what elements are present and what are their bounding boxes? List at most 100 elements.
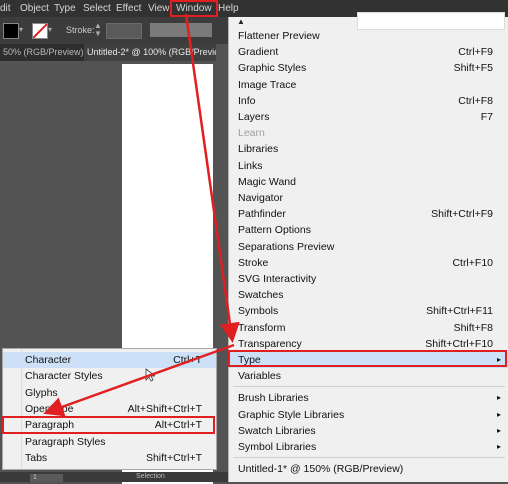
window-menu-item-gradient[interactable]: Gradient Ctrl+F9 xyxy=(229,44,508,60)
tab-label: Untitled-2* @ 100% (RGB/Preview) xyxy=(87,47,216,57)
submenu-arrow-icon: ▸ xyxy=(496,425,501,435)
window-menu-item-navigator[interactable]: Navigator xyxy=(229,190,508,206)
type-submenu: Character Ctrl+T Character Styles Glyphs Ope… xyxy=(2,348,217,470)
menu-item-label: Libraries xyxy=(238,143,279,156)
menu-item-shortcut: Ctrl+F10 xyxy=(452,256,493,269)
menu-edit[interactable]: dit xyxy=(0,2,11,15)
menu-item-shortcut: Shift+Ctrl+F9 xyxy=(431,208,493,221)
window-menu-item-graphic-styles[interactable]: Graphic Styles Shift+F5 xyxy=(229,60,508,76)
artboard-number-field[interactable]: 1 xyxy=(30,474,63,482)
chevron-down-icon[interactable]: ▾ xyxy=(19,25,23,34)
menu-item-label: Swatch Libraries xyxy=(238,424,316,437)
menu-view[interactable]: View xyxy=(148,2,170,15)
window-menu-item-symbols[interactable]: Symbols Shift+Ctrl+F11 xyxy=(229,303,508,319)
window-menu-item-libraries[interactable]: Libraries xyxy=(229,141,508,157)
submenu-arrow-icon: ▸ xyxy=(496,393,501,403)
type-submenu-item-character-styles[interactable]: Character Styles xyxy=(3,368,216,384)
stroke-weight-field[interactable] xyxy=(106,23,142,39)
window-menu-item-stroke[interactable]: Stroke Ctrl+F10 xyxy=(229,255,508,271)
menu-item-shortcut: F7 xyxy=(480,111,493,123)
variable-width-field[interactable] xyxy=(150,23,212,37)
submenu-arrow-icon: ▸ xyxy=(496,409,501,419)
stroke-spinner[interactable]: ▲ ▼ xyxy=(93,22,103,38)
menu-select[interactable]: Select xyxy=(83,2,111,15)
type-submenu-item-paragraph-styles[interactable]: Paragraph Styles xyxy=(3,434,216,450)
menu-type[interactable]: Type xyxy=(54,2,76,15)
menu-effect[interactable]: Effect xyxy=(116,2,141,15)
window-menu-item-variables[interactable]: Variables xyxy=(229,368,508,384)
window-menu-item-brush-libraries[interactable]: Brush Libraries ▸ xyxy=(229,390,508,406)
menu-item-label: Separations Preview xyxy=(238,240,335,253)
stroke-label: Stroke: xyxy=(66,25,95,35)
menu-item-label: Pattern Options xyxy=(238,224,311,237)
menu-item-label: Transparency xyxy=(238,337,302,350)
menu-item-label: SVG Interactivity xyxy=(238,273,317,285)
fill-swatch[interactable] xyxy=(3,23,19,39)
menu-item-label: Graphic Style Libraries xyxy=(238,408,345,421)
menu-object[interactable]: Object xyxy=(20,2,49,15)
status-text: Selection xyxy=(136,473,165,480)
menu-item-shortcut: Shift+F8 xyxy=(453,321,493,334)
menu-item-label: Info xyxy=(238,94,256,107)
menu-item-label: Gradient xyxy=(238,46,279,59)
menu-item-label: Pathfinder xyxy=(238,208,286,221)
menu-item-label: Symbols xyxy=(238,305,279,318)
menu-item-label: Links xyxy=(238,159,263,172)
window-menu-item-flattener-preview[interactable]: Flattener Preview xyxy=(229,28,508,44)
menu-item-label: Learn xyxy=(238,127,265,140)
stroke-swatch[interactable] xyxy=(32,23,48,39)
menu-item-label: Glyphs xyxy=(25,386,58,399)
window-menu-item-pattern-options[interactable]: Pattern Options xyxy=(229,222,508,238)
type-submenu-item-glyphs[interactable]: Glyphs xyxy=(3,385,216,401)
menu-separator xyxy=(233,457,505,459)
tab-document-1[interactable]: 50% (RGB/Preview) xyxy=(0,44,83,61)
menu-item-label: Character Styles xyxy=(25,370,103,383)
window-menu-item-symbol-libraries[interactable]: Symbol Libraries ▸ xyxy=(229,439,508,455)
menu-window[interactable]: Window xyxy=(170,0,218,17)
window-menu-item-magic-wand[interactable]: Magic Wand xyxy=(229,174,508,190)
menu-item-label: Flattener Preview xyxy=(238,30,320,42)
menu-item-shortcut: Shift+Ctrl+T xyxy=(145,451,202,464)
window-menu-item-swatch-libraries[interactable]: Swatch Libraries ▸ xyxy=(229,423,508,439)
menu-item-shortcut: Ctrl+F8 xyxy=(458,94,493,107)
window-menu-item-image-trace[interactable]: Image Trace xyxy=(229,77,508,93)
menu-item-label: Navigator xyxy=(238,192,283,204)
window-menu-item-links[interactable]: Links xyxy=(229,158,508,174)
menu-item-shortcut: Shift+Ctrl+F11 xyxy=(426,305,493,318)
window-menu-item-swatches[interactable]: Swatches xyxy=(229,287,508,303)
window-menu-item-pathfinder[interactable]: Pathfinder Shift+Ctrl+F9 xyxy=(229,206,508,222)
menu-separator xyxy=(233,386,505,388)
window-menu-item-learn: Learn xyxy=(229,125,508,141)
menu-item-label: Stroke xyxy=(238,256,269,269)
menu-item-shortcut: Shift+Ctrl+F10 xyxy=(425,337,493,350)
menu-item-label: Swatches xyxy=(238,289,284,302)
menu-item-label: Layers xyxy=(238,111,270,123)
scroll-up-icon[interactable]: ▲ xyxy=(237,17,245,26)
window-menu-item-graphic-style-libraries[interactable]: Graphic Style Libraries ▸ xyxy=(229,407,508,423)
menu-item-shortcut: Ctrl+F9 xyxy=(458,46,493,59)
type-submenu-item-tabs[interactable]: Tabs Shift+Ctrl+T xyxy=(3,450,216,466)
menu-item-label: Brush Libraries xyxy=(238,392,309,405)
menu-item-label: Magic Wand xyxy=(238,175,296,188)
tab-untitled-2[interactable]: Untitled-2* @ 100% (RGB/Preview) xyxy=(84,44,216,61)
window-menu: ▲ Flattener Preview Gradient Ctrl+F9 Graphi… xyxy=(228,12,508,482)
menu-item-shortcut: Ctrl+T xyxy=(173,354,202,366)
document-tabs: 50% (RGB/Preview) Untitled-2* @ 100% (RG… xyxy=(0,44,216,61)
window-menu-item-separations-preview[interactable]: Separations Preview xyxy=(229,239,508,255)
menu-item-shortcut: Shift+F5 xyxy=(453,62,493,75)
chevron-down-icon[interactable]: ▾ xyxy=(48,25,52,34)
window-menu-item-transform[interactable]: Transform Shift+F8 xyxy=(229,320,508,336)
window-menu-item-info[interactable]: Info Ctrl+F8 xyxy=(229,93,508,109)
menu-help[interactable]: Help xyxy=(218,2,239,15)
type-submenu-item-character[interactable]: Character Ctrl+T xyxy=(3,352,216,368)
window-menu-item-svg-interactivity[interactable]: SVG Interactivity xyxy=(229,271,508,287)
menu-item-label: Variables xyxy=(238,370,281,383)
status-bar: 1 Selection xyxy=(0,472,228,482)
menu-item-label: Transform xyxy=(238,321,286,334)
menu-item-label: Graphic Styles xyxy=(238,62,307,75)
type-submenu-item-opentype[interactable]: OpenType Alt+Shift+Ctrl+T xyxy=(3,401,216,417)
window-menu-item-layers[interactable]: Layers F7 xyxy=(229,109,508,125)
window-menu-item-untitled-1-150-rgb-preview[interactable]: Untitled-1* @ 150% (RGB/Preview) xyxy=(229,461,508,477)
menu-item-label: Character xyxy=(25,354,72,366)
menu-item-label: Paragraph Styles xyxy=(25,435,106,448)
